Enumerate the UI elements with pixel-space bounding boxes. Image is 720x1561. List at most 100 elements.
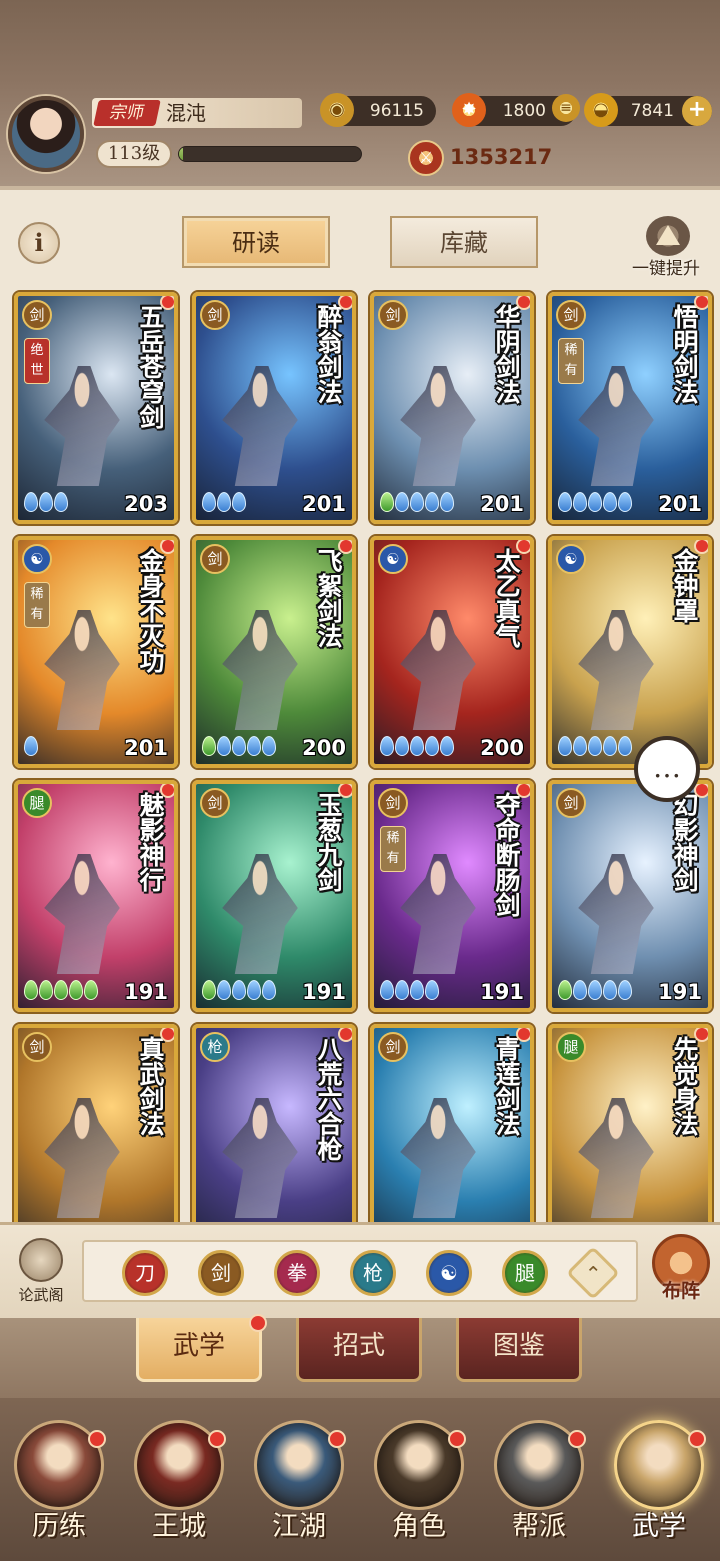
filter-fist-icon[interactable]: 拳 [274,1250,320,1296]
sword-school-icon: 剑 [22,300,52,330]
skill-card[interactable]: ☯ 太乙真气 200 [370,536,534,768]
coins-counter[interactable]: ◉ 96115 [320,93,436,127]
card-title: 幻影神剑 [670,792,699,892]
notification-dot [568,1430,586,1448]
tab-atlas[interactable]: 图鉴 [456,1318,582,1382]
star-dots [24,980,99,1002]
skill-card[interactable]: ☯ 金钟罩 [548,536,712,768]
gem-icon [395,736,409,756]
star-dots [558,736,633,758]
filter-blade-icon[interactable]: 刀 [122,1250,168,1296]
one-click-upgrade-button[interactable]: 一键提升 [618,212,714,279]
gem-icon [440,736,454,756]
nav-royal-city[interactable]: 王城 [120,1400,238,1558]
gem-icon [395,980,409,1000]
notification-dot [688,1430,706,1448]
taiji-school-icon: ☯ [22,544,52,574]
filter-taiji-icon[interactable]: ☯ [426,1250,472,1296]
skill-card[interactable]: 剑绝世 五岳苍穹剑 203 [14,292,178,524]
card-level: 201 [124,736,168,760]
skill-card[interactable]: 剑 幻影神剑 191 [548,780,712,1012]
tab-storage[interactable]: 库藏 [390,216,538,268]
filter-sword-icon[interactable]: 剑 [198,1250,244,1296]
rarity-badge: 绝世 [24,338,50,384]
skill-card[interactable]: 剑 青莲剑法 [370,1024,534,1222]
nav-jianghu[interactable]: 江湖 [240,1400,358,1558]
gem-icon [573,980,587,1000]
skill-card[interactable]: 剑 真武剑法 [14,1024,178,1222]
skill-card[interactable]: 剑稀有 夺命断肠剑 191 [370,780,534,1012]
nav-label: 帮派 [512,1511,566,1542]
gem-icon [425,980,439,1000]
tab-moves[interactable]: 招式 [296,1318,422,1382]
star-dots [380,980,440,1002]
fire-value: 1800 [502,101,546,121]
skill-card[interactable]: 腿 魅影神行 191 [14,780,178,1012]
tab-study[interactable]: 研读 [182,216,330,268]
gem-icon [262,980,276,1000]
info-button[interactable]: i [18,222,60,264]
nav-label: 江湖 [272,1511,326,1542]
gem-icon [603,980,617,1000]
notification-dot [208,1430,226,1448]
sword-school-icon: 剑 [200,300,230,330]
card-level: 200 [302,736,346,760]
gem-icon [588,980,602,1000]
lunwu-pavilion-button[interactable]: 论武阁 [8,1238,74,1308]
star-dots [558,980,633,1002]
notification-dot [338,296,352,310]
skill-card[interactable]: 枪 八荒六合枪 [192,1024,356,1222]
gem-icon [54,492,68,512]
notification-dot [88,1430,106,1448]
gem-icon [217,980,231,1000]
fire-counter[interactable]: ✸ 1800 ≡ [452,93,580,127]
card-title: 太乙真气 [492,548,521,648]
skill-card[interactable]: 腿 先觉身法 [548,1024,712,1222]
gem-icon [440,492,454,512]
player-avatar[interactable] [8,96,84,172]
notification-dot [160,1028,174,1042]
book-icon [19,1238,63,1282]
gem-icon [618,492,632,512]
add-ingots-icon[interactable]: + [682,96,712,126]
skill-card[interactable]: 剑稀有 悟明剑法 201 [548,292,712,524]
card-level: 201 [480,492,524,516]
skill-card[interactable]: 剑 玉葱九剑 191 [192,780,356,1012]
filter-leg-icon[interactable]: 腿 [502,1250,548,1296]
notification-dot [694,540,708,554]
tab-martial-arts[interactable]: 武学 [136,1314,267,1382]
combat-power-icon: ⚔ [408,140,444,176]
skill-card[interactable]: ☯ 稀有 金身不灭功 201 [14,536,178,768]
notification-dot [338,784,352,798]
nav-training[interactable]: 历练 [0,1400,118,1558]
gem-icon [410,980,424,1000]
exp-bar [178,146,362,162]
notification-dot [516,784,530,798]
exp-bar-fill [179,147,183,161]
card-title: 悟明剑法 [670,304,699,404]
gem-icon [262,736,276,756]
gem-icon [425,492,439,512]
gem-icon [54,980,68,1000]
formation-button[interactable]: 布阵 [646,1234,716,1312]
notification-dot [448,1430,466,1448]
skill-card[interactable]: 剑 飞絮剑法 200 [192,536,356,768]
skill-card[interactable]: 剑 醉翁剑法 201 [192,292,356,524]
nav-martial-arts[interactable]: 武学 [600,1400,718,1558]
gem-icon [425,736,439,756]
nav-guild[interactable]: 帮派 [480,1400,598,1558]
nav-label: 王城 [152,1511,206,1542]
notification-dot [328,1430,346,1448]
chat-bubble-icon[interactable]: … [634,736,700,802]
skill-card[interactable]: 剑 华阴剑法 201 [370,292,534,524]
gem-icon [202,980,216,1000]
star-dots [202,736,277,758]
ingots-counter[interactable]: ◒ 7841 + [584,93,712,127]
star-dots [202,492,247,514]
gem-icon [232,980,246,1000]
filter-spear-icon[interactable]: 枪 [350,1250,396,1296]
notification-dot [516,296,530,310]
nav-character[interactable]: 角色 [360,1400,478,1558]
notification-dot [160,296,174,310]
gem-icon [24,736,38,756]
